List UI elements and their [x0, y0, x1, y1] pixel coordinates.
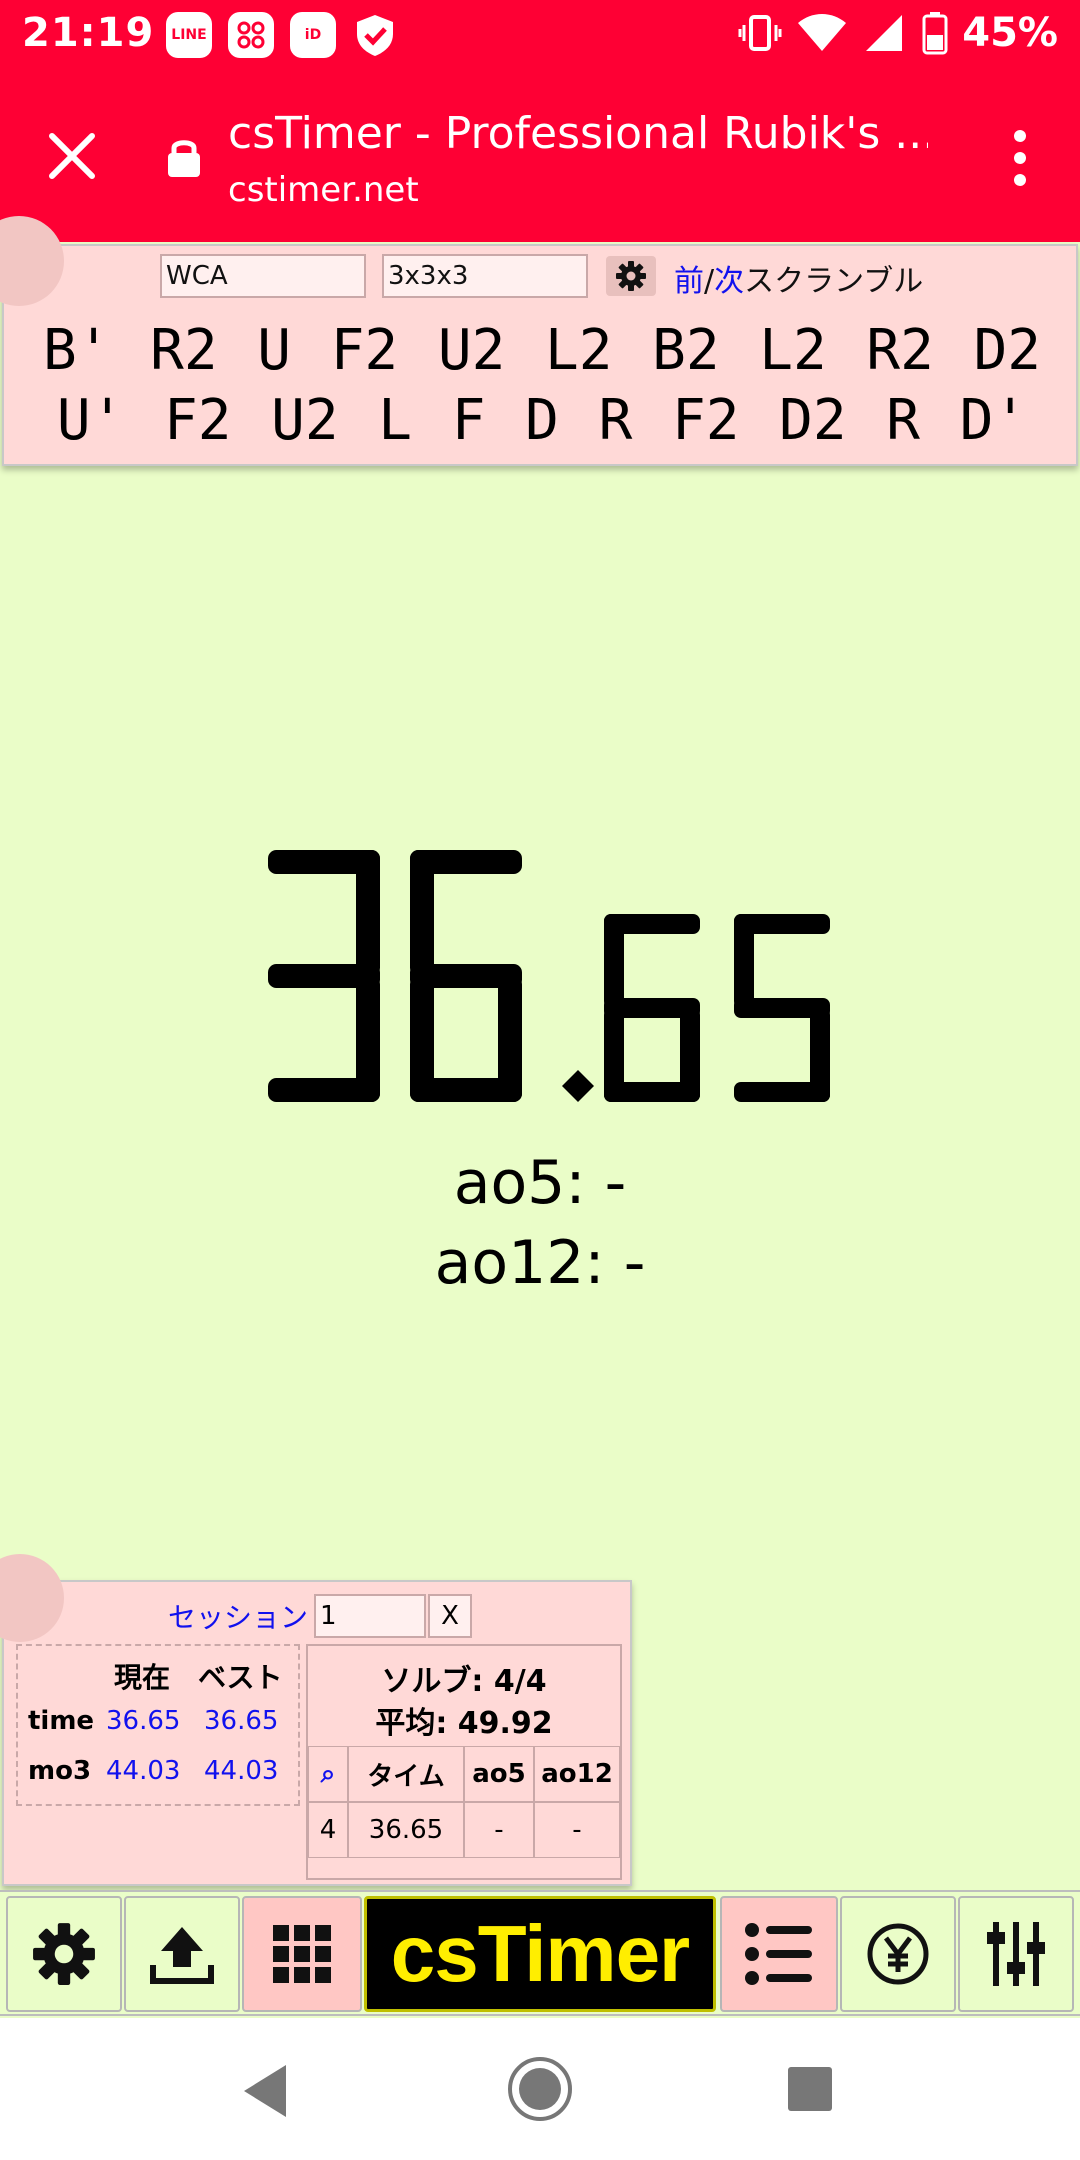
bottom-toolbar: csTimer	[0, 1890, 1080, 2016]
home-icon[interactable]	[507, 2056, 573, 2122]
scramble-text[interactable]: B' R2 U F2 U2 L2 B2 L2 R2 D2 U' F2 U2 L …	[4, 316, 1080, 456]
export-button[interactable]	[124, 1896, 240, 2012]
scramble-type-select[interactable]: WCA	[160, 254, 366, 298]
puzzle-select[interactable]: 3x3x3	[382, 254, 588, 298]
panel-drag-handle[interactable]	[0, 1554, 64, 1642]
timer-digits-svg	[268, 850, 830, 1102]
options-button[interactable]	[6, 1896, 122, 2012]
more-options-icon[interactable]	[1012, 130, 1028, 186]
timer-digit	[734, 914, 830, 1102]
timer-display[interactable]: 36 65	[0, 830, 1080, 1120]
list-header-ao12: ao12	[534, 1746, 620, 1802]
solves-table: ソルブ: 4/4 平均: 49.92 ⌕ タイム ao5 ao12 4 36.6…	[306, 1644, 622, 1880]
scramble-grid-icon	[273, 1925, 331, 1983]
solve-index[interactable]: 4	[308, 1802, 348, 1858]
time-best-value[interactable]: 36.65	[204, 1706, 278, 1736]
apps-icon	[228, 12, 274, 58]
timer-digit	[604, 914, 700, 1102]
mo3-best-value[interactable]: 44.03	[204, 1756, 278, 1786]
donate-button[interactable]	[840, 1896, 956, 2012]
session-label[interactable]: セッション	[168, 1596, 308, 1636]
battery-icon	[922, 12, 948, 55]
tools-sliders-icon	[987, 1922, 1045, 1986]
page-host[interactable]: cstimer.net	[228, 170, 419, 210]
timer-digit	[410, 850, 522, 1102]
solve-ao5[interactable]: -	[464, 1802, 534, 1858]
scramble-nav-separator: /	[704, 264, 715, 299]
stats-list-icon	[745, 1923, 812, 1985]
cstimer-logo[interactable]: csTimer	[364, 1896, 716, 2012]
session-mean[interactable]: 平均: 49.92	[308, 1698, 620, 1742]
solve-time[interactable]: 36.65	[348, 1802, 464, 1858]
row-label-mo3: mo3	[28, 1756, 92, 1786]
solves-count[interactable]: ソルブ: 4/4	[308, 1656, 620, 1700]
lock-icon[interactable]	[165, 136, 203, 178]
ao5-display[interactable]: ao5: -	[0, 1148, 1080, 1218]
gear-icon	[33, 1923, 95, 1985]
solve-ao12[interactable]: -	[534, 1802, 620, 1858]
notification-icons: LINE iD	[166, 12, 398, 58]
scramble-tool-button[interactable]	[242, 1896, 362, 2012]
scramble-settings-button[interactable]	[606, 256, 656, 296]
current-best-table: 現在 ベスト time 36.65 36.65 mo3 44.03 44.03	[16, 1644, 300, 1806]
col-best-header: ベスト	[198, 1661, 283, 1694]
wifi-icon	[798, 14, 847, 51]
scramble-nav: 前/次スクランブル	[674, 256, 923, 300]
session-select[interactable]: 1	[314, 1594, 426, 1638]
list-header-ao5: ao5	[464, 1746, 534, 1802]
search-icon[interactable]: ⌕	[308, 1746, 348, 1802]
stats-panel: セッション 1 X 現在 ベスト time 36.65 36.65 mo3 44…	[0, 1554, 632, 1886]
export-icon	[150, 1927, 214, 1984]
tools-button[interactable]	[958, 1896, 1074, 2012]
ao12-display[interactable]: ao12: -	[0, 1228, 1080, 1298]
mo3-current-value[interactable]: 44.03	[106, 1756, 180, 1786]
timer-digit	[268, 850, 380, 1102]
status-time: 21:19	[22, 10, 155, 56]
scramble-line: U' F2 U2 L F D R F2 D2 R D'	[56, 388, 1028, 453]
signal-icon	[866, 15, 903, 51]
gear-icon	[616, 261, 646, 291]
browser-chrome: 21:19 LINE iD 45% csTimer - Professional…	[0, 0, 1080, 242]
scramble-label: スクランブル	[744, 264, 924, 299]
back-icon[interactable]	[240, 2063, 288, 2119]
stats-button[interactable]	[720, 1896, 838, 2012]
close-tab-icon[interactable]	[42, 126, 102, 186]
next-scramble-link[interactable]: 次	[714, 264, 744, 299]
status-bar: 21:19 LINE iD 45%	[0, 0, 1080, 72]
prev-scramble-link[interactable]: 前	[674, 264, 704, 299]
donate-yen-icon	[867, 1923, 929, 1985]
col-current-header: 現在	[114, 1661, 171, 1694]
android-nav-bar	[0, 2018, 1080, 2160]
timer-decimal-point	[562, 1070, 594, 1102]
shield-check-icon	[352, 12, 398, 58]
battery-percent: 45%	[962, 10, 1058, 56]
time-current-value[interactable]: 36.65	[106, 1706, 180, 1736]
system-status-icons: 45%	[738, 10, 1058, 56]
id-icon: iD	[290, 12, 336, 58]
page-title[interactable]: csTimer - Professional Rubik's ...	[228, 108, 928, 159]
row-label-time: time	[28, 1706, 95, 1736]
list-header-time: タイム	[348, 1746, 464, 1802]
scramble-line: B' R2 U F2 U2 L2 B2 L2 R2 D2	[42, 318, 1041, 383]
vibrate-icon	[738, 15, 782, 51]
line-icon: LINE	[166, 12, 212, 58]
scramble-panel: WCA 3x3x3 前/次スクランブル B' R2 U F2 U2 L2 B2 …	[0, 216, 1080, 466]
recents-icon[interactable]	[787, 2066, 833, 2112]
session-delete-button[interactable]: X	[428, 1594, 472, 1638]
